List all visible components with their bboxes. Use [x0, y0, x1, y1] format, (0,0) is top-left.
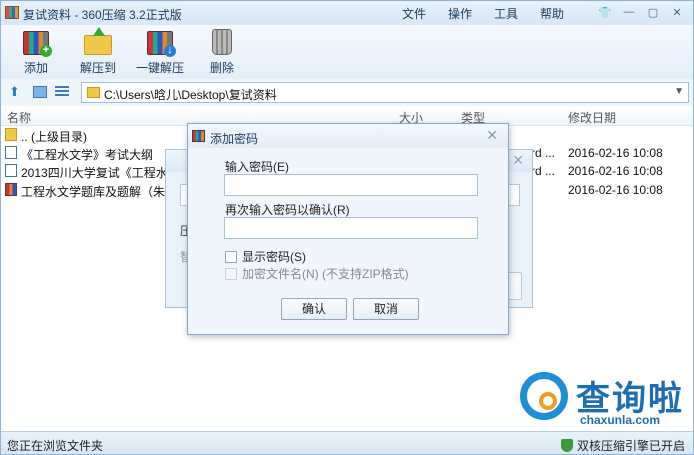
- password-field[interactable]: [224, 174, 478, 196]
- magnifier-icon: [520, 372, 568, 420]
- extract-to-icon: [82, 27, 114, 57]
- delete-icon: [206, 27, 238, 57]
- maximize-button[interactable]: ▢: [643, 4, 663, 20]
- window-controls: 👕 — ▢ ✕: [595, 4, 687, 20]
- file-date: 2016-02-16 10:08: [568, 164, 663, 178]
- watermark-logo: 查询啦 chaxunla.com: [518, 369, 693, 431]
- delete-label: 删除: [209, 61, 234, 75]
- dialog-titlebar: 添加密码 ✕: [188, 124, 508, 148]
- engine-status: 双核压缩引擎已开启: [560, 437, 685, 454]
- file-type: rd ...: [531, 164, 556, 178]
- encrypt-filenames-label: 加密文件名(N) (不支持ZIP格式): [242, 267, 409, 281]
- close-icon[interactable]: ✕: [486, 127, 498, 144]
- address-bar: ⬆ C:\Users\晗儿\Desktop\复试资料 ▼: [1, 81, 693, 105]
- doc-icon: [5, 164, 17, 177]
- thumbnail-view-icon[interactable]: [33, 86, 47, 98]
- menu-file[interactable]: 文件: [391, 5, 437, 22]
- confirm-button[interactable]: 确认: [281, 298, 347, 320]
- encrypt-filenames-checkbox[interactable]: 加密文件名(N) (不支持ZIP格式): [225, 265, 409, 282]
- extract-to-button[interactable]: 解压到: [69, 27, 127, 76]
- file-name: 2013四川大学复试《工程水文: [21, 166, 180, 180]
- confirm-password-field[interactable]: [224, 217, 478, 239]
- path-input[interactable]: C:\Users\晗儿\Desktop\复试资料 ▼: [81, 82, 689, 103]
- column-date[interactable]: 修改日期: [568, 109, 616, 126]
- minimize-icon: —: [623, 6, 635, 18]
- menu-operation[interactable]: 操作: [437, 5, 483, 22]
- close-icon[interactable]: ✕: [512, 152, 524, 169]
- list-view-icon[interactable]: [55, 86, 69, 98]
- add-button[interactable]: + 添加: [7, 27, 65, 76]
- doc-icon: [5, 146, 17, 159]
- menu-tools[interactable]: 工具: [483, 5, 529, 22]
- status-text: 您正在浏览文件夹: [7, 439, 104, 453]
- path-text: C:\Users\晗儿\Desktop\复试资料: [104, 88, 277, 102]
- close-button[interactable]: ✕: [667, 4, 687, 20]
- file-type: rd ...: [531, 146, 556, 160]
- shirt-icon: 👕: [598, 6, 612, 19]
- app-logo-icon: [5, 6, 19, 19]
- one-click-extract-icon: ↓: [144, 27, 176, 57]
- one-click-extract-button[interactable]: ↓ 一键解压: [131, 27, 189, 76]
- status-bar: 您正在浏览文件夹 双核压缩引擎已开启: [1, 431, 693, 454]
- show-password-label: 显示密码(S): [242, 250, 306, 264]
- folder-icon: [87, 87, 100, 98]
- show-password-checkbox[interactable]: 显示密码(S): [225, 248, 306, 265]
- watermark-url: chaxunla.com: [580, 413, 661, 427]
- close-icon: ✕: [672, 6, 682, 19]
- checkbox-icon: [225, 250, 237, 263]
- cancel-button[interactable]: 取消: [353, 298, 419, 320]
- shield-icon: [560, 439, 573, 452]
- menu-help[interactable]: 帮助: [529, 5, 575, 22]
- up-arrow-icon[interactable]: ⬆: [9, 85, 23, 99]
- folder-icon: [5, 128, 17, 141]
- checkbox-icon: [225, 267, 237, 280]
- main-window: 复试资料 - 360压缩 3.2正式版 文件 操作 工具 帮助 👕 — ▢ ✕ …: [0, 0, 694, 455]
- add-label: 添加: [23, 61, 48, 75]
- confirm-password-label: 再次输入密码以确认(R): [225, 203, 350, 217]
- minimize-button[interactable]: —: [619, 4, 639, 20]
- extract-to-label: 解压到: [79, 61, 116, 75]
- add-archive-icon: +: [20, 27, 52, 57]
- delete-button[interactable]: 删除: [193, 27, 251, 76]
- one-click-extract-label: 一键解压: [135, 61, 184, 75]
- password-label: 输入密码(E): [225, 160, 289, 174]
- dialog-title: 添加密码: [210, 132, 259, 146]
- engine-status-text: 双核压缩引擎已开启: [576, 439, 685, 453]
- rar-icon: [5, 183, 17, 196]
- maximize-icon: ▢: [647, 6, 659, 19]
- title-bar: 复试资料 - 360压缩 3.2正式版 文件 操作 工具 帮助 👕 — ▢ ✕: [1, 1, 693, 25]
- window-title: 复试资料 - 360压缩 3.2正式版: [23, 8, 182, 22]
- chevron-down-icon[interactable]: ▼: [674, 86, 684, 97]
- menu-bar: 文件 操作 工具 帮助: [391, 5, 575, 22]
- app-logo-icon: [192, 130, 205, 142]
- column-name[interactable]: 名称: [7, 109, 31, 126]
- file-date: 2016-02-16 10:08: [568, 146, 663, 160]
- file-name: 工程水文学题库及题解（朱星明: [21, 185, 190, 199]
- file-date: 2016-02-16 10:08: [568, 183, 663, 197]
- add-password-dialog: 添加密码 ✕ 输入密码(E) 再次输入密码以确认(R) 显示密码(S) 加密文件…: [187, 123, 509, 335]
- toolbar: + 添加 解压到 ↓ 一键解压 删除: [1, 25, 693, 79]
- skin-button[interactable]: 👕: [595, 4, 615, 20]
